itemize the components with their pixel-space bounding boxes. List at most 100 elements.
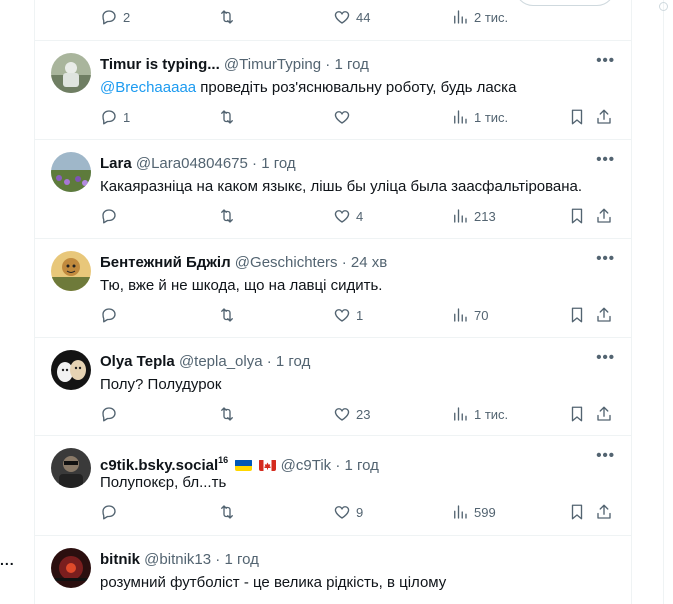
user-handle[interactable]: @c9Tik — [281, 457, 332, 474]
views-button[interactable]: 1 тис. — [451, 107, 508, 127]
like-button[interactable]: 1 — [333, 305, 363, 325]
timestamp[interactable]: 1 год — [261, 155, 295, 172]
more-options-icon[interactable]: ••• — [596, 152, 615, 167]
more-options-icon[interactable]: ••• — [596, 448, 615, 463]
heart-icon — [334, 11, 350, 24]
mention-link[interactable]: @Brechaaaaa — [100, 79, 196, 96]
like-button[interactable]: 4 — [333, 206, 363, 226]
reply-button[interactable] — [100, 206, 118, 226]
view-count: 599 — [474, 504, 496, 520]
avatar[interactable] — [51, 53, 91, 93]
retweet-button[interactable] — [218, 305, 236, 325]
user-handle[interactable]: @tepla_olya — [179, 353, 263, 370]
display-name[interactable]: Lara — [100, 155, 132, 172]
share-button[interactable] — [595, 206, 613, 226]
reply-button[interactable]: 1 — [100, 107, 130, 127]
reply-tweet[interactable]: Lara @Lara04804675 · 1 год ••• Какаяразн… — [35, 140, 631, 239]
timestamp[interactable]: 1 год — [334, 56, 368, 73]
reply-tweet[interactable]: bitnik @bitnik13 · 1 год розумний футбол… — [35, 536, 631, 604]
right-column-control[interactable] — [659, 2, 668, 11]
avatar[interactable] — [51, 548, 91, 588]
user-handle[interactable]: @bitnik13 — [144, 551, 211, 568]
timestamp[interactable]: 24 хв — [351, 254, 387, 271]
views-button[interactable]: 70 — [451, 305, 488, 325]
like-button[interactable] — [333, 107, 351, 127]
reply-button[interactable] — [100, 305, 118, 325]
views-button[interactable]: 1 тис. — [451, 404, 508, 424]
share-button[interactable] — [595, 404, 613, 424]
reply-button[interactable]: 2 — [100, 7, 130, 27]
share-icon — [597, 208, 611, 223]
views-button[interactable]: 2 тис. — [451, 7, 508, 27]
tweet-partial[interactable]: 2 44 2 тис. — [35, 0, 631, 41]
tweet-text: Какаяразніца на каком языкє, лішь бы улі… — [100, 178, 583, 195]
reply-button[interactable] — [100, 502, 118, 522]
like-button[interactable]: 44 — [333, 7, 370, 27]
tweet-header: c9tik.bsky.social16 @c9Tik · 1 год — [100, 451, 591, 475]
retweet-icon — [221, 209, 233, 223]
tweet-text: @Brechaaaaa проведіть роз'яснювальну роб… — [100, 78, 516, 97]
bookmark-button[interactable] — [568, 206, 586, 226]
avatar[interactable] — [51, 448, 91, 488]
ukraine-flag-icon — [235, 459, 253, 471]
view-count: 70 — [474, 307, 489, 323]
retweet-button[interactable] — [218, 404, 236, 424]
display-name[interactable]: bitnik — [100, 551, 140, 568]
more-options-icon[interactable]: ••• — [596, 251, 615, 266]
bookmark-button[interactable] — [568, 107, 586, 127]
more-options-icon[interactable]: ••• — [596, 350, 615, 365]
views-icon — [454, 10, 467, 24]
user-handle[interactable]: @Geschichters — [235, 254, 338, 271]
separator: · — [252, 155, 258, 172]
like-button[interactable]: 23 — [333, 404, 370, 424]
reply-icon — [102, 407, 116, 422]
retweet-button[interactable] — [218, 206, 236, 226]
avatar[interactable] — [51, 350, 91, 390]
retweet-button[interactable] — [218, 7, 236, 27]
separator: · — [325, 56, 331, 73]
reply-tweet[interactable]: Olya Tepla @tepla_olya · 1 год ••• Полу?… — [35, 338, 631, 436]
retweet-button[interactable] — [218, 502, 236, 522]
views-icon — [454, 110, 467, 124]
tweet-actions: 2 44 2 тис. — [100, 7, 615, 27]
views-button[interactable]: 213 — [451, 206, 496, 226]
canada-flag-icon — [259, 459, 277, 471]
bookmark-button[interactable] — [568, 502, 586, 522]
reply-icon — [102, 308, 116, 323]
reply-tweet[interactable]: c9tik.bsky.social16 @c9Tik · 1 год ••• П… — [35, 436, 631, 536]
reply-icon — [102, 505, 116, 520]
bookmark-icon — [571, 208, 583, 224]
more-options-icon[interactable]: ••• — [596, 53, 615, 68]
display-name[interactable]: c9tik.bsky.social — [100, 457, 218, 474]
avatar[interactable] — [51, 251, 91, 291]
share-button[interactable] — [595, 107, 613, 127]
tweet-header: Olya Tepla @tepla_olya · 1 год — [100, 353, 591, 371]
timestamp[interactable]: 1 год — [276, 353, 310, 370]
like-count: 44 — [356, 9, 371, 25]
user-handle[interactable]: @Lara04804675 — [136, 155, 248, 172]
timestamp[interactable]: 1 год — [345, 457, 379, 474]
follow-button[interactable] — [515, 0, 615, 6]
display-name[interactable]: Olya Tepla — [100, 353, 175, 370]
user-handle[interactable]: @TimurTyping — [224, 56, 321, 73]
reply-button[interactable] — [100, 404, 118, 424]
like-count: 4 — [356, 208, 364, 224]
share-button[interactable] — [595, 502, 613, 522]
sidebar-more-icon[interactable]: ... — [0, 553, 15, 567]
retweet-button[interactable] — [218, 107, 236, 127]
bookmark-button[interactable] — [568, 305, 586, 325]
reply-icon — [102, 110, 116, 125]
views-button[interactable]: 599 — [451, 502, 496, 522]
avatar[interactable] — [51, 152, 91, 192]
like-count: 23 — [356, 406, 371, 422]
display-name[interactable]: Бентежний Бджіл — [100, 254, 231, 271]
reply-count: 2 — [123, 9, 131, 25]
share-button[interactable] — [595, 305, 613, 325]
timestamp[interactable]: 1 год — [224, 551, 258, 568]
reply-tweet[interactable]: Timur is typing... @TimurTyping · 1 год … — [35, 41, 631, 140]
reply-tweet[interactable]: Бентежний Бджіл @Geschichters · 24 хв ••… — [35, 239, 631, 338]
like-button[interactable]: 9 — [333, 502, 363, 522]
retweet-icon — [221, 505, 233, 519]
bookmark-button[interactable] — [568, 404, 586, 424]
display-name[interactable]: Timur is typing... — [100, 56, 220, 73]
